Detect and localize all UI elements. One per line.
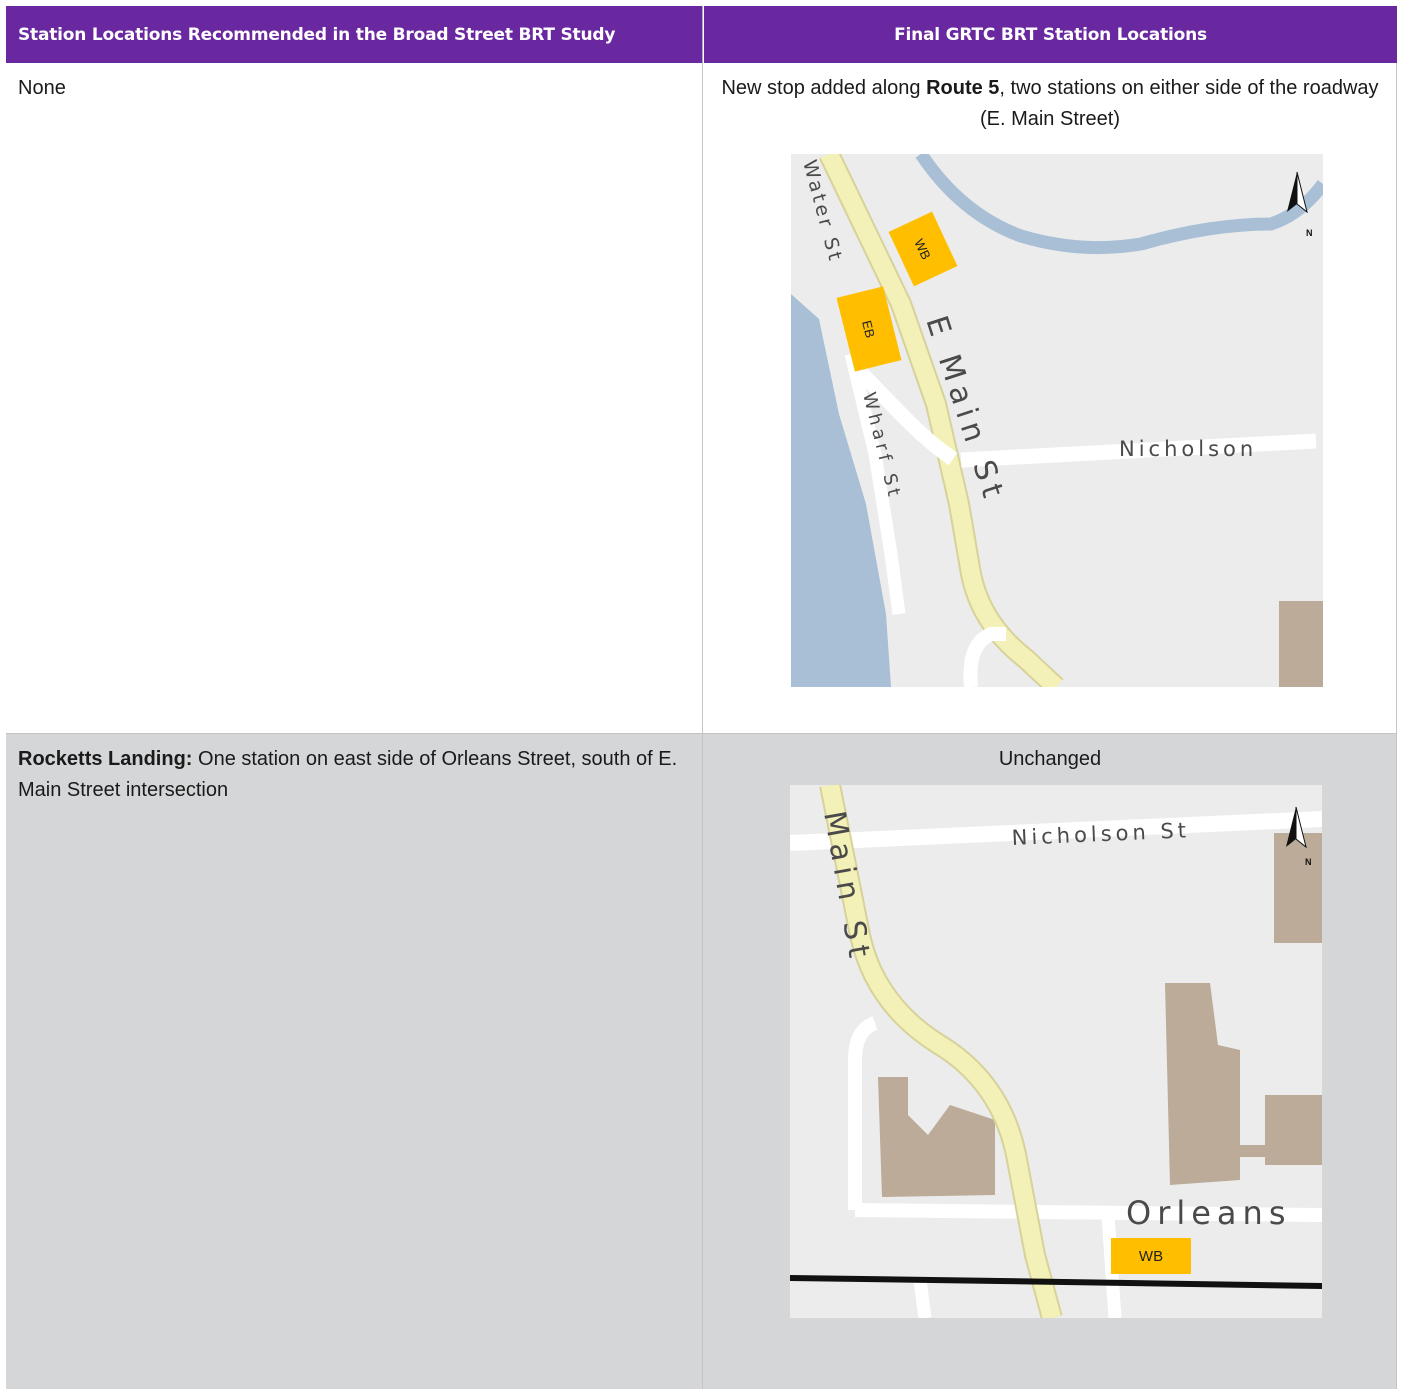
study-cell: None xyxy=(6,63,703,733)
table-row: None New stop added along Route 5, two s… xyxy=(6,63,1397,734)
final-location-text-pre: New stop added along xyxy=(721,77,927,99)
study-recommendation-text: Rocketts Landing: One station on east si… xyxy=(6,734,702,806)
street-label-orleans: Orleans xyxy=(1126,1194,1291,1232)
header-study-recommendations: Station Locations Recommended in the Bro… xyxy=(6,6,703,63)
building xyxy=(1279,601,1323,687)
north-label: N xyxy=(1305,857,1312,867)
station-map-rocketts-landing: Nicholson St Main St Orleans WB N xyxy=(790,785,1322,1318)
station-name: Rocketts Landing: xyxy=(18,748,193,770)
station-label-wb: WB xyxy=(1139,1248,1163,1265)
final-location-text-post: , two stations on either side of the roa… xyxy=(979,77,1379,130)
station-locations-table: Station Locations Recommended in the Bro… xyxy=(6,6,1397,1389)
side-road xyxy=(913,1279,932,1318)
final-location-text: Unchanged xyxy=(998,748,1102,770)
study-cell: Rocketts Landing: One station on east si… xyxy=(6,734,703,1389)
table-row: Rocketts Landing: One station on east si… xyxy=(6,734,1397,1389)
final-cell: New stop added along Route 5, two statio… xyxy=(704,63,1397,733)
final-location-text: New stop added along Route 5, two statio… xyxy=(704,63,1396,135)
street-label-nicholson: Nicholson xyxy=(1119,437,1257,461)
north-label: N xyxy=(1306,228,1313,238)
study-recommendation-text: None xyxy=(18,77,66,99)
building xyxy=(1274,833,1322,943)
route-name: Route 5 xyxy=(926,77,1000,99)
header-final-locations: Final GRTC BRT Station Locations xyxy=(704,6,1397,63)
station-map-main-street: Water St E Main St Wharf St Nicholson WB… xyxy=(791,154,1323,687)
station-marker-wb: WB xyxy=(1111,1238,1191,1274)
final-cell: Unchanged Nicholson St Main St Orleans W… xyxy=(704,734,1397,1389)
